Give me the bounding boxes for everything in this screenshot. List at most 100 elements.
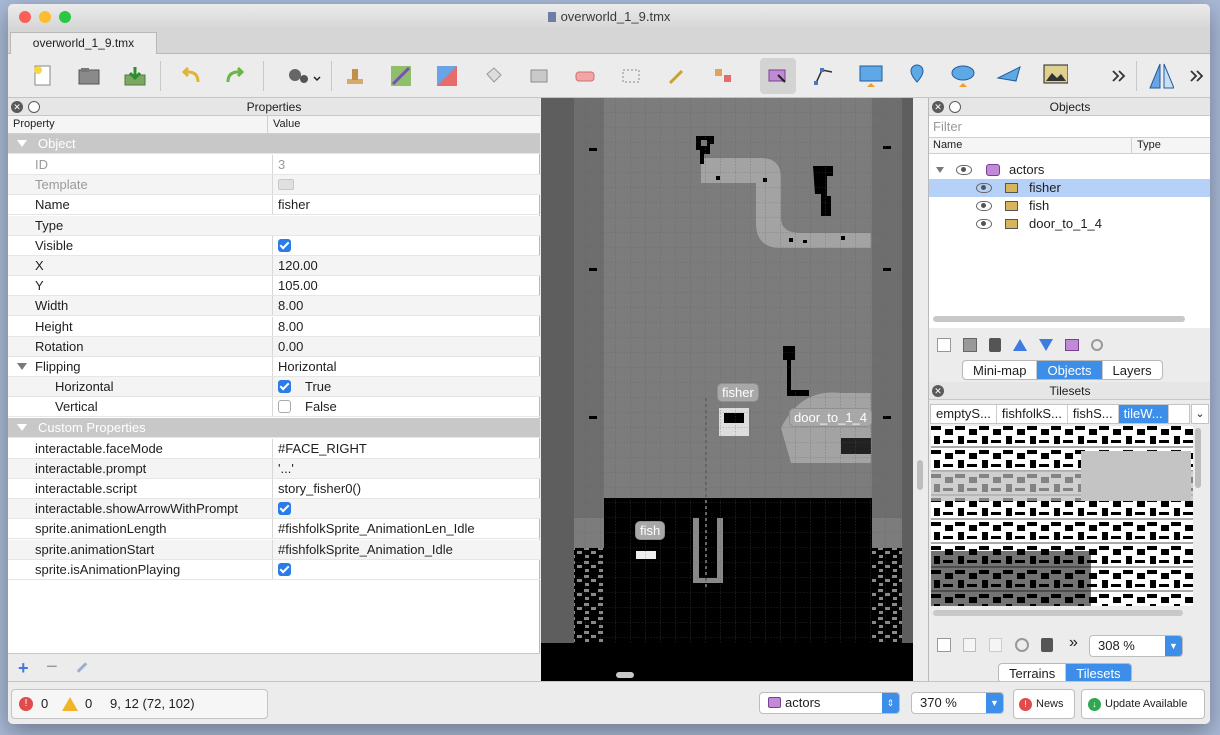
terrain-brush-icon[interactable] [388,63,414,89]
visibility-eye-icon[interactable] [976,201,992,211]
update-available-button[interactable]: ↓ Update Available [1081,689,1205,719]
objects-horizontal-scrollbar[interactable] [933,316,1185,322]
redo-icon[interactable] [222,63,248,89]
property-value[interactable]: 3 [272,155,534,174]
property-row[interactable]: Type [8,215,540,236]
tileset-properties-icon[interactable] [1015,638,1029,652]
magic-wand-icon[interactable] [664,63,690,89]
close-panel-icon[interactable]: ✕ [11,101,23,113]
property-value[interactable]: 120.00 [272,256,534,275]
shape-fill-icon[interactable] [526,63,552,89]
map-canvas[interactable]: fisher door_to_1_4 fish [541,98,913,681]
duplicate-object-icon[interactable] [963,338,977,352]
property-row[interactable]: interactable.script story_fisher0() [8,479,540,499]
eraser-icon[interactable] [572,63,598,89]
add-object-layer-icon[interactable] [937,338,951,352]
minimize-window-button[interactable] [39,11,51,23]
property-value[interactable]: #fishfolkSprite_Animation_Idle [272,539,534,559]
tileset-horizontal-scrollbar[interactable] [933,610,1183,616]
tileset-tab-tile[interactable]: tileW... [1118,405,1169,423]
tileset-view[interactable] [931,426,1193,606]
property-value[interactable] [272,499,534,519]
property-value[interactable] [272,559,534,579]
expand-icon[interactable] [17,423,27,431]
property-row[interactable]: sprite.animationLength #fishfolkSprite_An… [8,519,540,540]
map-label-fish[interactable]: fish [636,522,665,539]
insert-rectangle-icon[interactable] [858,63,884,89]
visibility-eye-icon[interactable] [976,219,992,229]
property-row[interactable]: interactable.showArrowWithPrompt [8,499,540,520]
new-file-icon[interactable] [30,63,56,89]
checkbox-checked[interactable] [278,562,291,576]
property-row[interactable]: Flipping Horizontal [8,357,540,377]
property-value[interactable]: story_fisher0() [272,479,534,498]
select-same-tile-icon[interactable] [710,63,736,89]
property-value[interactable]: 8.00 [272,316,534,336]
property-row[interactable]: Vertical False [8,397,540,418]
tree-object-fisher[interactable]: fisher [929,179,1210,197]
property-row[interactable]: interactable.prompt '...' [8,458,540,479]
tab-objects[interactable]: Objects [1037,361,1103,379]
checkbox-checked[interactable] [278,502,291,516]
tileset-vertical-scrollbar[interactable] [1195,428,1201,488]
property-value[interactable]: fisher [272,195,534,215]
tree-layer-actors[interactable]: actors [929,161,1210,179]
tab-terrains[interactable]: Terrains [999,664,1067,682]
export-tileset-icon[interactable] [989,638,1002,652]
tab-tilesets[interactable]: Tilesets [1066,664,1131,682]
remove-property-icon[interactable]: − [46,656,58,679]
bucket-fill-icon[interactable] [480,63,506,89]
tileset-tab-menu-icon[interactable]: ⌄ [1191,404,1209,424]
col-value[interactable]: Value [267,116,305,134]
tab-minimap[interactable]: Mini-map [963,361,1038,379]
rename-property-icon[interactable] [76,662,88,673]
visibility-eye-icon[interactable] [956,165,972,175]
property-value[interactable]: False [272,397,534,417]
tileset-zoom-select[interactable]: 308 % ▼ [1089,635,1183,657]
undo-icon[interactable] [178,63,204,89]
more-tools-2-icon[interactable] [1184,63,1210,89]
move-down-icon[interactable] [1039,339,1053,351]
move-up-icon[interactable] [1013,339,1027,351]
news-button[interactable]: ! News [1013,689,1075,719]
rect-select-icon[interactable] [618,63,644,89]
col-property[interactable]: Property [13,118,55,130]
map-vertical-scrollbar[interactable] [917,460,923,490]
edit-polygons-icon[interactable] [812,63,838,89]
property-row[interactable]: Height 8.00 [8,316,540,337]
current-layer-select[interactable]: actors ⇕ [759,692,900,714]
property-value[interactable]: '...' [272,458,534,478]
move-to-layer-icon[interactable] [1065,339,1079,351]
map-zoom-select[interactable]: 370 % ▼ [911,692,1004,714]
insert-tile-icon[interactable] [1042,63,1068,89]
close-objects-icon[interactable]: ✕ [932,101,944,113]
commands-icon[interactable] [284,63,324,89]
expand-icon[interactable] [936,167,944,173]
flip-horizontal-icon[interactable] [1148,63,1174,89]
property-value[interactable]: 8.00 [272,296,534,316]
property-row[interactable]: Template [8,175,540,196]
property-value[interactable]: True [272,377,534,397]
map-label-door[interactable]: door_to_1_4 [790,409,872,426]
property-row[interactable]: ID 3 [8,155,540,175]
property-row[interactable]: Name fisher [8,195,540,216]
property-row[interactable]: Y 105.00 [8,276,540,297]
insert-polygon-icon[interactable] [996,63,1022,89]
save-icon[interactable] [122,63,148,89]
map-label-fisher[interactable]: fisher [718,384,758,401]
objects-filter-input[interactable]: Filter [929,116,1210,138]
property-row[interactable]: Visible [8,235,540,256]
expand-icon[interactable] [17,363,27,370]
zoom-window-button[interactable] [59,11,71,23]
tileset-tab-empty[interactable]: emptyS... [931,405,997,423]
property-value[interactable]: #fishfolkSprite_AnimationLen_Idle [272,519,534,539]
tree-object-door[interactable]: door_to_1_4 [929,215,1210,233]
float-panel-icon[interactable] [28,101,40,113]
insert-ellipse-icon[interactable] [950,63,976,89]
expand-icon[interactable] [17,140,27,147]
property-value[interactable] [272,235,534,255]
tileset-tab-fish[interactable]: fishS... [1068,405,1119,423]
checkbox-checked[interactable] [278,238,291,252]
open-file-icon[interactable] [76,63,102,89]
float-objects-icon[interactable] [949,101,961,113]
